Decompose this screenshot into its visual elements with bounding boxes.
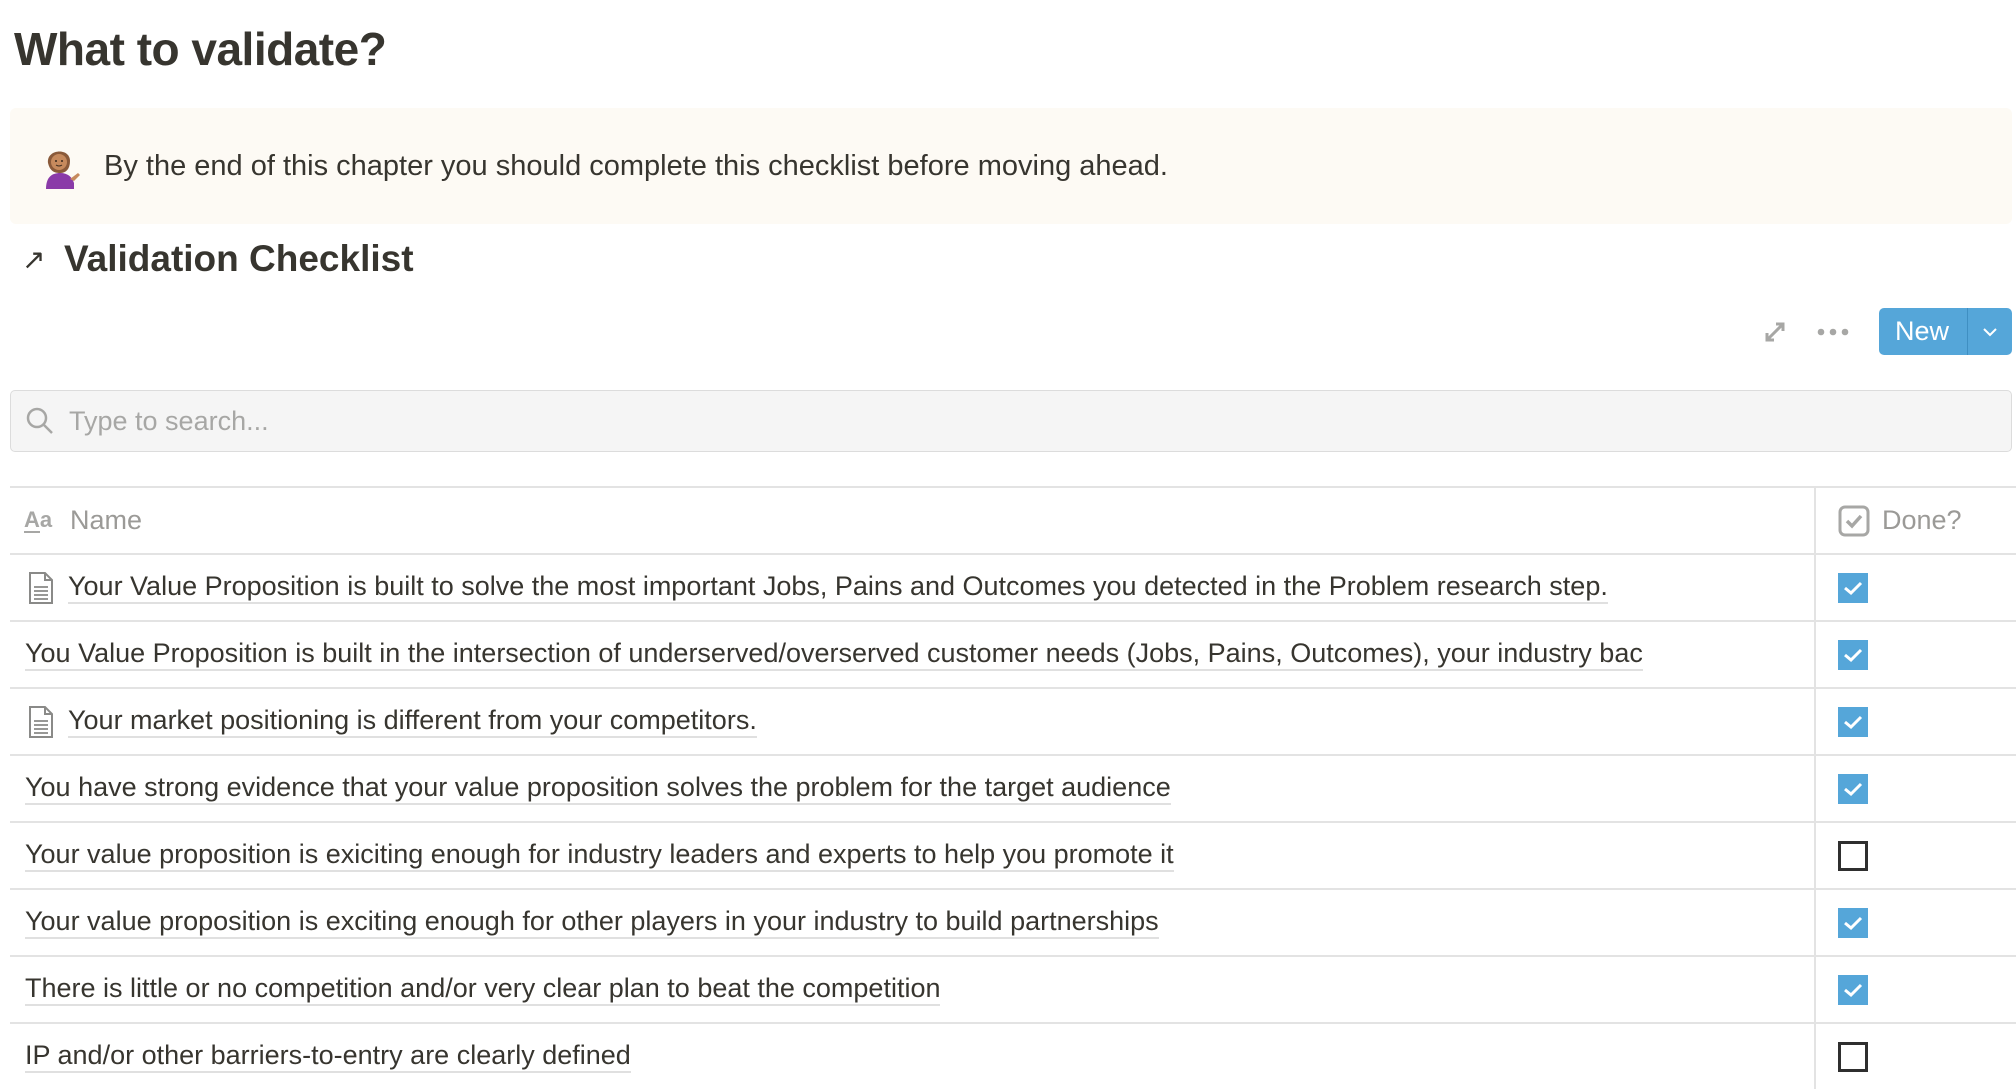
done-checkbox-checked[interactable] [1838,907,1868,938]
done-cell [1816,823,2016,888]
database-title[interactable]: Validation Checklist [64,238,414,280]
table-row[interactable]: Your Value Proposition is built to solve… [10,553,2016,620]
svg-text:Aa: Aa [24,507,53,532]
column-label-name: Name [70,505,143,535]
database-toolbar: New [1763,308,2012,355]
table-row[interactable]: Your value proposition is exciting enoug… [10,888,2016,955]
name-cell[interactable]: Your value proposition is exiciting enou… [10,823,1816,888]
table-row[interactable]: You Value Proposition is built in the in… [10,620,2016,687]
checkmark-icon [1844,916,1863,930]
row-title[interactable]: You have strong evidence that your value… [25,772,1171,805]
checkmark-icon [1844,983,1863,997]
name-cell[interactable]: There is little or no competition and/or… [10,957,1816,1022]
checkmark-icon [1844,648,1863,662]
person-tipping-hand-icon[interactable] [36,142,84,190]
table-row[interactable]: You have strong evidence that your value… [10,754,2016,821]
row-title[interactable]: Your Value Proposition is built to solve… [68,571,1608,604]
page-icon [28,571,54,604]
table-row[interactable]: Your value proposition is exiciting enou… [10,821,2016,888]
row-title[interactable]: Your value proposition is exiciting enou… [25,839,1174,872]
text-property-icon: Aa [24,507,58,535]
search-icon [25,406,55,436]
chevron-down-icon[interactable] [1968,308,2012,355]
table-header: Aa Name Done? [10,486,2016,553]
page-icon [28,705,54,738]
row-title[interactable]: Your value proposition is exciting enoug… [25,906,1159,939]
done-checkbox-unchecked[interactable] [1838,840,1868,871]
done-cell [1816,957,2016,1022]
done-checkbox-checked[interactable] [1838,773,1868,804]
checkmark-icon [1844,715,1863,729]
table-row[interactable]: There is little or no competition and/or… [10,955,2016,1022]
expand-icon[interactable] [1763,320,1787,344]
row-title[interactable]: IP and/or other barriers-to-entry are cl… [25,1040,631,1073]
new-button-group: New [1878,308,2012,355]
done-cell [1816,756,2016,821]
checkmark-icon [1844,581,1863,595]
done-cell [1816,555,2016,620]
done-checkbox-checked[interactable] [1838,572,1868,603]
checkmark-icon [1844,782,1863,796]
database-title-link[interactable]: ↗ Validation Checklist [22,238,414,280]
name-cell[interactable]: Your Value Proposition is built to solve… [10,555,1816,620]
name-cell[interactable]: You Value Proposition is built in the in… [10,622,1816,687]
checklist-table: Aa Name Done? Your Value Proposition is … [10,486,2016,1089]
done-checkbox-checked[interactable] [1838,706,1868,737]
column-label-done: Done? [1882,505,1962,535]
done-cell [1816,1024,2016,1089]
done-checkbox-unchecked[interactable] [1838,1041,1868,1072]
name-cell[interactable]: Your market positioning is different fro… [10,689,1816,754]
row-title[interactable]: Your market positioning is different fro… [68,705,757,738]
name-cell[interactable]: Your value proposition is exciting enoug… [10,890,1816,955]
callout-text: By the end of this chapter you should co… [104,149,1168,182]
done-checkbox-checked[interactable] [1838,974,1868,1005]
name-cell[interactable]: You have strong evidence that your value… [10,756,1816,821]
more-icon[interactable] [1817,328,1849,336]
callout: By the end of this chapter you should co… [10,108,2012,224]
arrow-up-right-icon: ↗ [22,243,46,275]
row-title[interactable]: You Value Proposition is built in the in… [25,638,1643,671]
new-button[interactable]: New [1879,308,1968,355]
row-title[interactable]: There is little or no competition and/or… [25,973,941,1006]
done-checkbox-checked[interactable] [1838,639,1868,670]
column-header-done[interactable]: Done? [1816,488,2016,553]
done-cell [1816,622,2016,687]
table-row[interactable]: Your market positioning is different fro… [10,687,2016,754]
search-bar [10,390,2012,452]
column-header-name[interactable]: Aa Name [10,488,1816,553]
name-cell[interactable]: IP and/or other barriers-to-entry are cl… [10,1024,1816,1089]
search-input[interactable] [67,404,1871,438]
page-title: What to validate? [14,23,387,75]
done-cell [1816,689,2016,754]
checkbox-property-icon [1838,505,1870,537]
done-cell [1816,890,2016,955]
